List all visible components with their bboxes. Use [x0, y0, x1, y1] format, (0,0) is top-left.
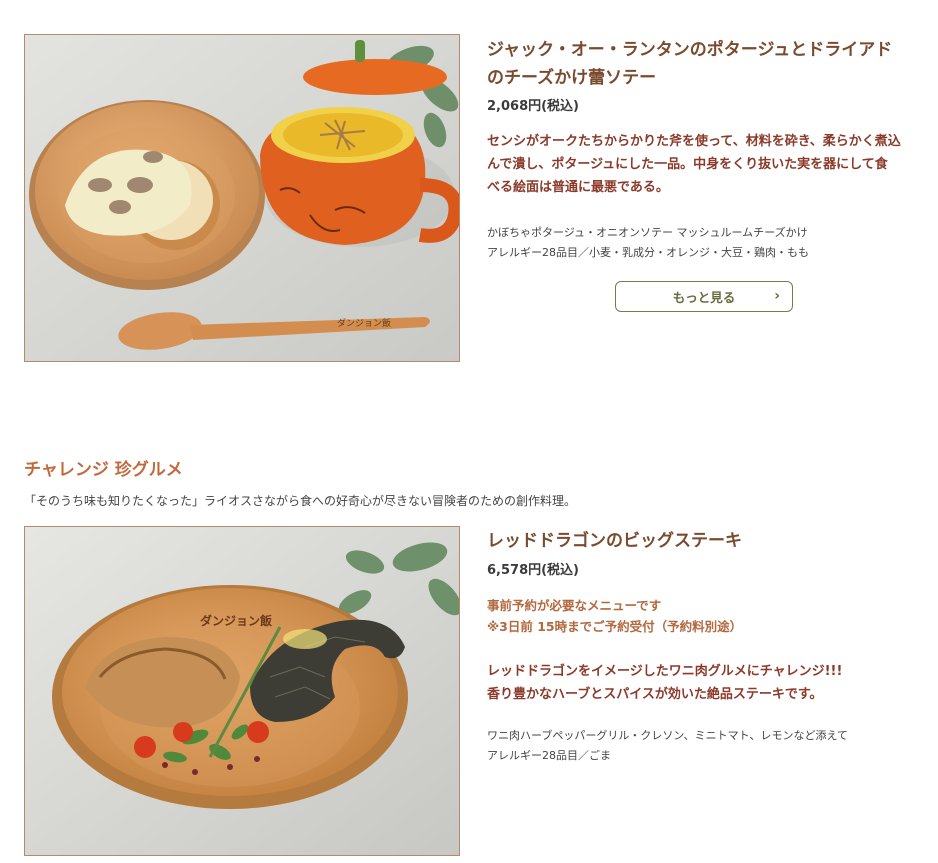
menu-item-title-line2: のチーズかけ蕾ソテー [487, 68, 657, 88]
menu-item-title-line1: ジャック・オー・ランタンのポタージュとドライアド [487, 40, 893, 60]
menu-item-description-2: レッドドラゴンをイメージしたワニ肉グルメにチャレンジ!!! 香り豊かなハーブとス… [487, 660, 927, 706]
description-line2: んで潰し、ポタージュにした一品。中身をくり抜いた実を器にして食 [487, 157, 888, 172]
menu-item-price-2: 6,578円(税込) [487, 563, 580, 578]
description-line1: センシがオークたちからかりた斧を使って、材料を砕き、柔らかく煮込 [487, 134, 901, 149]
menu-item-description: センシがオークたちからかりた斧を使って、材料を砕き、柔らかく煮込 んで潰し、ポタ… [487, 130, 927, 199]
description-2-line1: レッドドラゴンをイメージしたワニ肉グルメにチャレンジ!!! [487, 664, 843, 679]
menu-item-photo-dragon-steak: ダンジョン飯 [24, 526, 460, 856]
menu-item-contents-2: ワニ肉ハーブペッパーグリル・クレソン、ミニトマト、レモンなど添えて [487, 729, 848, 742]
reservation-note-line1: 事前予約が必要なメニューです [487, 598, 662, 613]
menu-item-title: ジャック・オー・ランタンのポタージュとドライアド のチーズかけ蕾ソテー [487, 36, 892, 92]
reservation-note: 事前予約が必要なメニューです ※3日前 15時までご予約受付（予約料別途） [487, 595, 742, 637]
menu-item-title-2: レッドドラゴンのビッグステーキ [487, 531, 742, 551]
more-button[interactable]: もっと見る › [615, 281, 793, 312]
menu-item-allergy-2: アレルギー28品目／ごま [487, 749, 611, 762]
description-2-line2: 香り豊かなハーブとスパイスが効いた絶品ステーキです。 [487, 687, 823, 702]
more-button-label: もっと見る [672, 290, 736, 305]
plate-logo-text: ダンジョン飯 [200, 613, 272, 628]
spoon-logo-text: ダンジョン飯 [337, 317, 391, 329]
reservation-note-line2: ※3日前 15時までご予約受付（予約料別途） [487, 619, 743, 634]
chevron-right-icon: › [774, 288, 780, 304]
menu-item-photo-potage: ダンジョン飯 [24, 34, 460, 362]
menu-item-contents: かぼちゃポタージュ・オニオンソテー マッシュルームチーズかけ [487, 226, 808, 239]
menu-item-allergy: アレルギー28品目／小麦・乳成分・オレンジ・大豆・鶏肉・もも [487, 246, 809, 259]
section-heading: チャレンジ 珍グルメ [24, 460, 183, 480]
menu-item-price: 2,068円(税込) [487, 99, 580, 114]
description-line3: べる絵面は普通に最悪である。 [487, 180, 669, 195]
section-intro: 「そのうち味も知りたくなった」ライオスさながら食への好奇心が尽きない冒険者のため… [24, 494, 577, 508]
